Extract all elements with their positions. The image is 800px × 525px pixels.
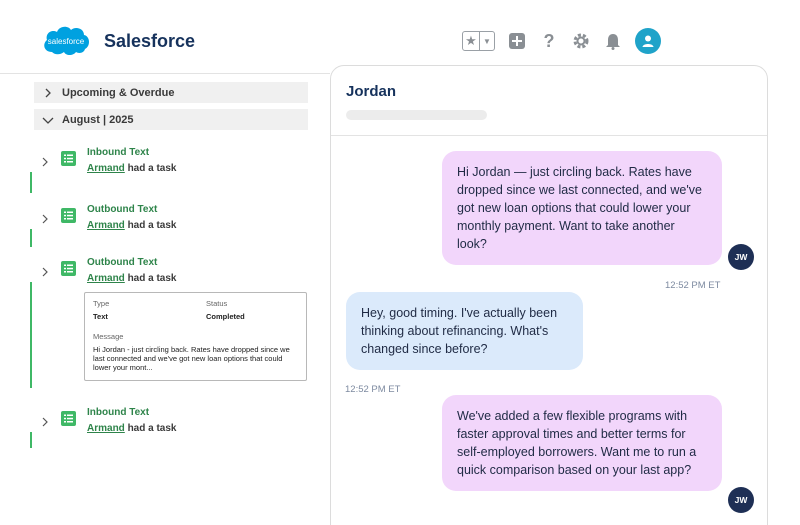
outbound-message: We've added a few flexible programs with… [442, 395, 722, 491]
chevron-right-icon[interactable] [38, 155, 52, 169]
chevron-down-icon[interactable]: ▼ [480, 32, 494, 50]
brand-name: Salesforce [104, 31, 196, 51]
activity-subtitle: Armand had a task [87, 423, 177, 434]
task-icon [61, 208, 76, 223]
activity-title[interactable]: Outbound Text [87, 204, 157, 215]
section-label: Upcoming & Overdue [62, 86, 175, 99]
message-timestamp: 12:52 PM ET [345, 384, 401, 395]
inbound-message: Hey, good timing. I've actually been thi… [346, 292, 583, 370]
activity-title[interactable]: Inbound Text [87, 147, 149, 158]
conversation-header: Jordan [331, 66, 767, 136]
logo-text: salesforce [48, 37, 85, 46]
gear-icon[interactable] [571, 31, 591, 51]
user-avatar-icon[interactable] [635, 28, 661, 54]
contact-name: Jordan [346, 83, 397, 100]
add-icon[interactable] [507, 31, 527, 51]
section-upcoming-overdue[interactable]: Upcoming & Overdue [34, 82, 308, 103]
favorites-group[interactable]: ★ ▼ [462, 31, 495, 51]
activity-owner-link[interactable]: Armand [87, 220, 125, 231]
status-value: Completed [206, 312, 245, 321]
activity-title[interactable]: Inbound Text [87, 407, 149, 418]
help-icon[interactable]: ? [539, 31, 559, 51]
activity-subtitle: Armand had a task [87, 163, 177, 174]
global-header-tools: ★ ▼ ? [462, 28, 661, 54]
chevron-down-icon [34, 115, 62, 125]
chevron-right-icon[interactable] [38, 415, 52, 429]
activity-owner-link[interactable]: Armand [87, 423, 125, 434]
favorites-star-icon[interactable]: ★ [463, 32, 480, 50]
activity-owner-link[interactable]: Armand [87, 163, 125, 174]
task-icon [61, 411, 76, 426]
task-icon [61, 151, 76, 166]
section-label: August | 2025 [62, 113, 134, 126]
bell-icon[interactable] [603, 31, 623, 51]
activity-subtitle: Armand had a task [87, 220, 177, 231]
header-divider [0, 73, 330, 74]
chevron-right-icon[interactable] [38, 212, 52, 226]
activity-subtitle: Armand had a task [87, 273, 177, 284]
sms-conversation-panel: Jordan Hi Jordan — just circling back. R… [330, 65, 768, 525]
sender-avatar: JW [728, 244, 754, 270]
timeline-line [30, 282, 32, 388]
message-label: Message [93, 332, 124, 341]
activity-detail-card: Type Text Status Completed Message Hi Jo… [84, 292, 307, 381]
salesforce-logo[interactable]: salesforce [40, 22, 92, 60]
svg-text:?: ? [544, 31, 555, 51]
message-value: Hi Jordan - just circling back. Rates ha… [93, 345, 290, 372]
contact-subtitle-placeholder [346, 110, 487, 120]
timeline-line [30, 229, 32, 247]
task-icon [61, 261, 76, 276]
type-value: Text [93, 312, 108, 321]
message-timestamp: 12:52 PM ET [665, 280, 721, 291]
section-august-2025[interactable]: August | 2025 [34, 109, 308, 130]
outbound-message: Hi Jordan — just circling back. Rates ha… [442, 151, 722, 265]
type-label: Type [93, 299, 110, 308]
timeline-line [30, 432, 32, 448]
activity-owner-link[interactable]: Armand [87, 273, 125, 284]
activity-title[interactable]: Outbound Text [87, 257, 157, 268]
timeline-line [30, 172, 32, 193]
status-label: Status [206, 299, 228, 308]
chevron-right-icon[interactable] [38, 265, 52, 279]
sender-avatar: JW [728, 487, 754, 513]
chevron-right-icon [34, 88, 62, 98]
